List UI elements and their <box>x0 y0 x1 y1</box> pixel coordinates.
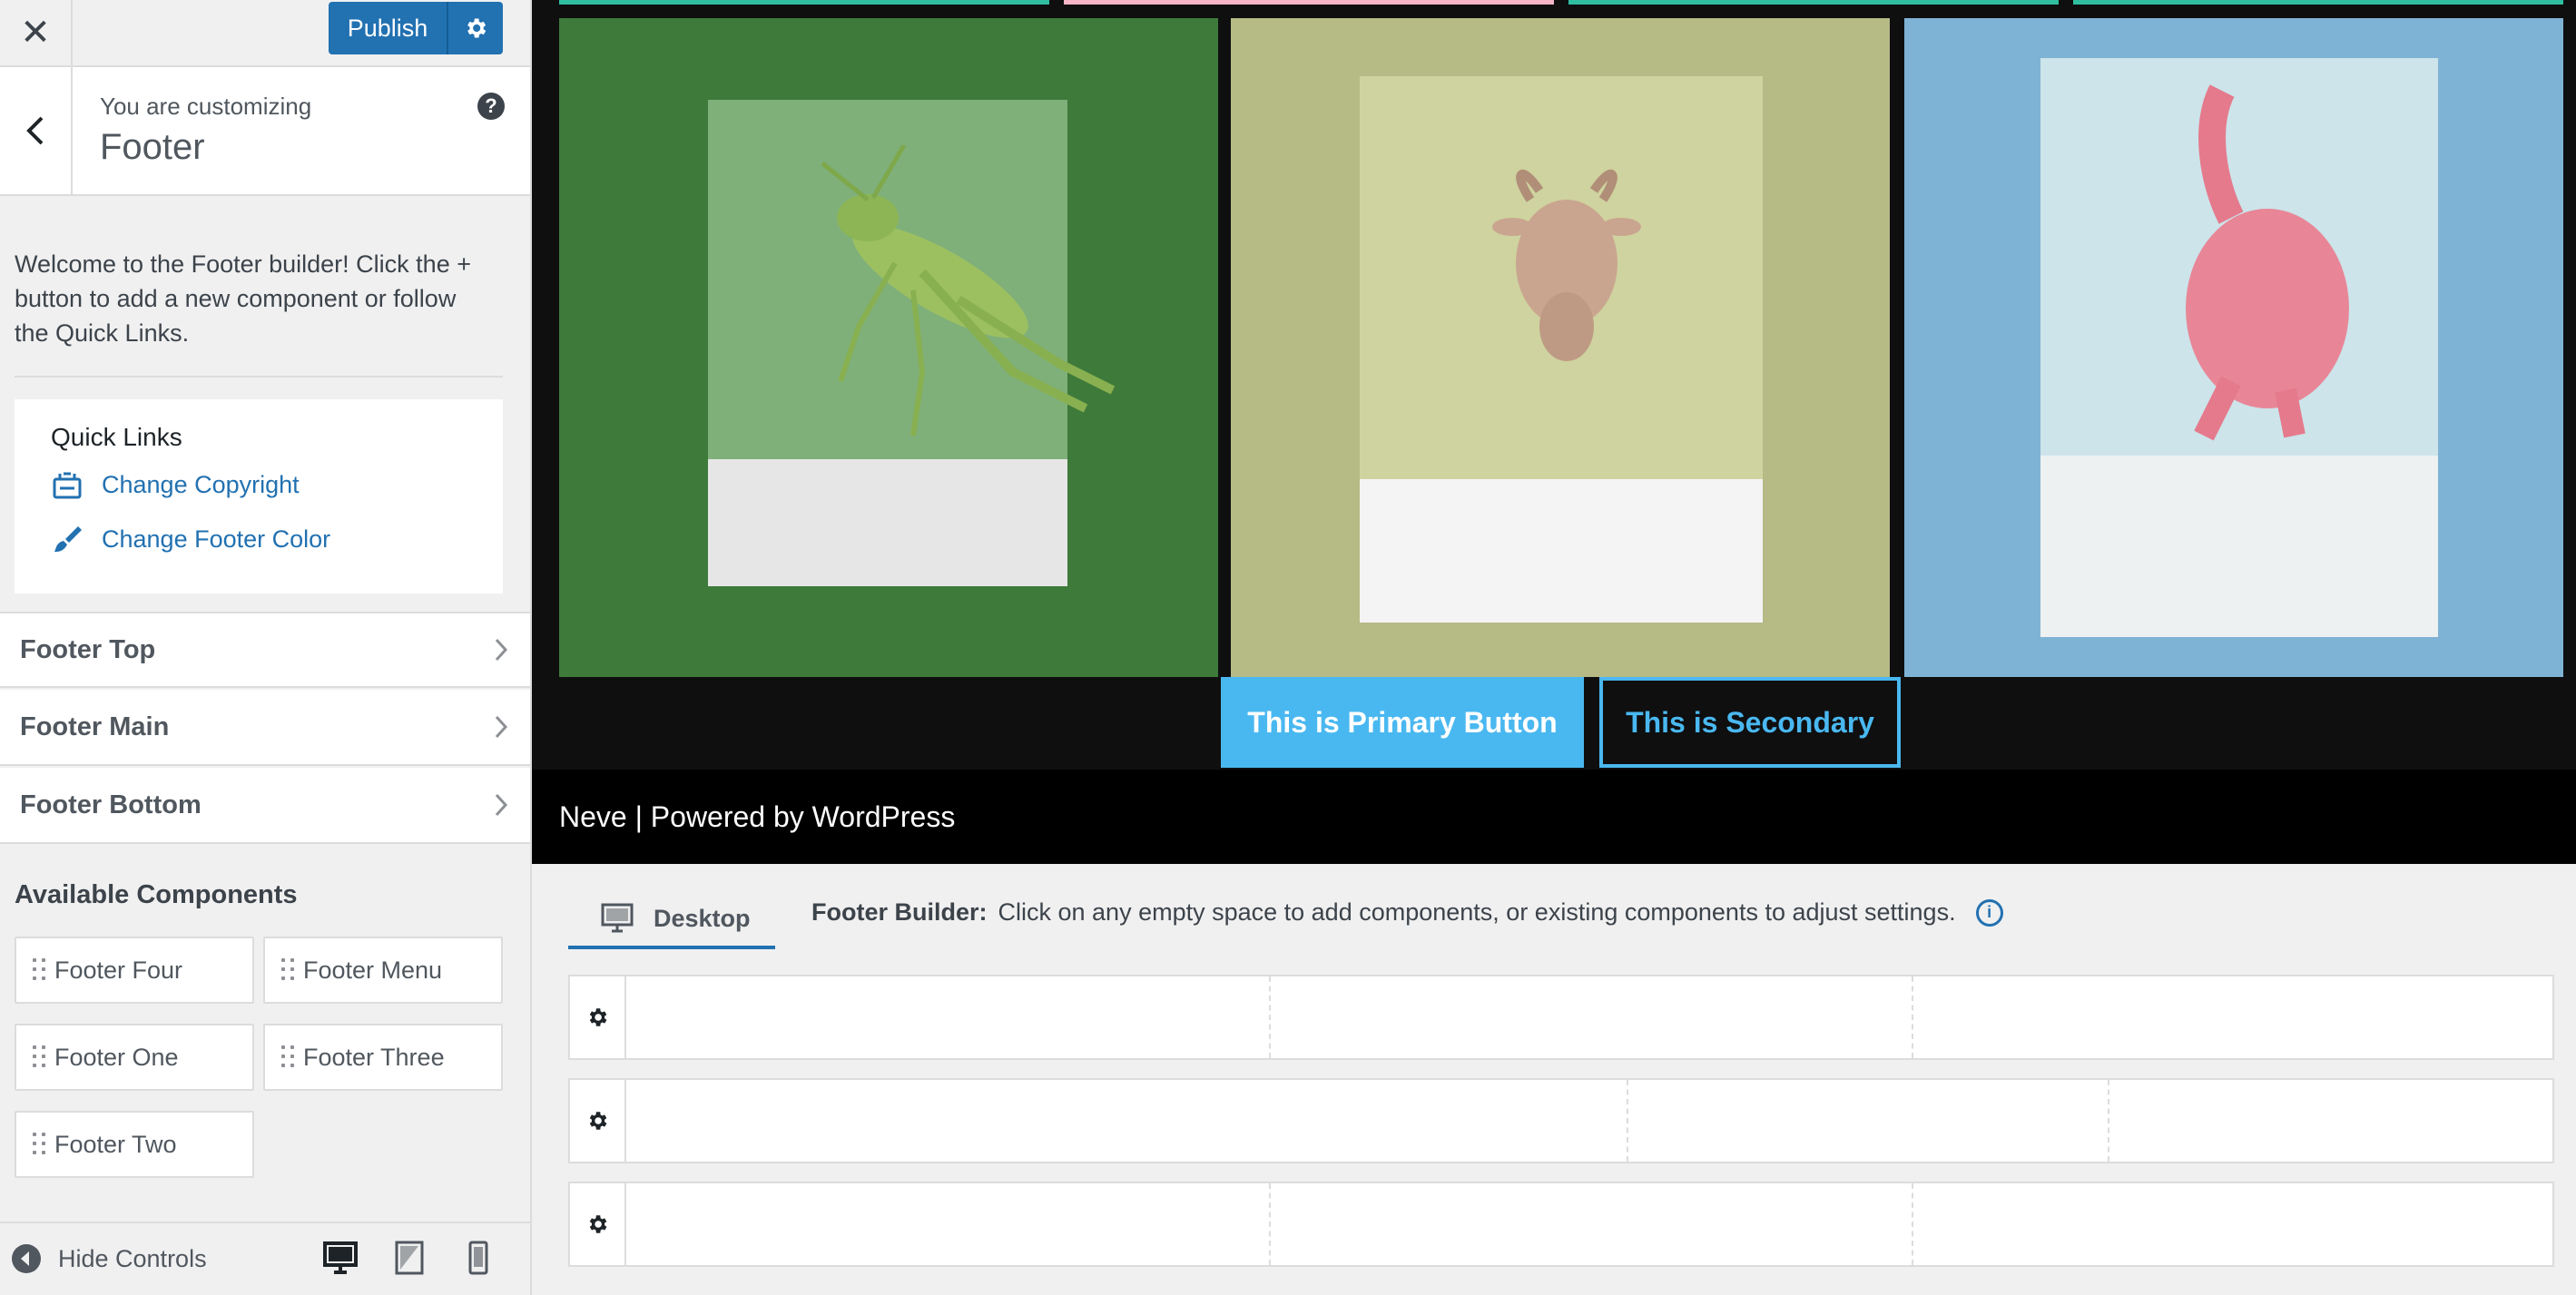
drag-handle-icon <box>33 1045 45 1069</box>
accordion-label: Footer Main <box>20 711 170 741</box>
customizer-sidebar: ✕ Publish You are customizing Footer ? W… <box>0 0 532 1295</box>
footer-credit-text[interactable]: Neve | Powered by WordPress <box>559 800 955 834</box>
page-title: Footer <box>100 127 205 167</box>
accordion-footer-top[interactable]: Footer Top <box>0 612 530 688</box>
primary-button[interactable]: This is Primary Button <box>1221 677 1584 768</box>
column-divider <box>1627 1080 1628 1162</box>
component-label: Footer Four <box>54 956 183 984</box>
component-footer-four[interactable]: Footer Four <box>15 937 254 1004</box>
paintbrush-icon <box>54 526 82 552</box>
close-icon[interactable]: ✕ <box>0 0 73 65</box>
accordion-label: Footer Top <box>20 634 156 664</box>
divider <box>15 376 503 378</box>
color-strip <box>2073 0 2563 5</box>
site-preview: This is Primary Button This is Secondary… <box>532 0 2576 864</box>
quick-links-panel: Quick Links Change Copyright Change Foot… <box>15 399 503 594</box>
customizing-label: You are customizing <box>100 93 312 120</box>
tab-label: Desktop <box>654 904 751 932</box>
tablet-icon[interactable] <box>392 1240 427 1276</box>
quick-links-title: Quick Links <box>51 423 182 451</box>
photo-pink-animal <box>1904 18 2563 677</box>
component-label: Footer Three <box>303 1043 445 1071</box>
desktop-icon <box>601 903 634 933</box>
row-settings-button[interactable] <box>570 976 626 1058</box>
component-footer-two[interactable]: Footer Two <box>15 1111 254 1178</box>
photo-grasshopper <box>559 18 1218 677</box>
chevron-right-icon <box>495 715 508 739</box>
drag-handle-icon <box>33 958 45 982</box>
color-strips <box>532 0 2576 5</box>
component-label: Footer Two <box>54 1130 177 1158</box>
info-icon[interactable]: i <box>1975 898 2003 927</box>
section-header: You are customizing Footer ? <box>0 67 530 196</box>
component-label: Footer One <box>54 1043 179 1071</box>
photo-goat <box>1231 18 1890 677</box>
component-footer-one[interactable]: Footer One <box>15 1024 254 1091</box>
desktop-icon[interactable] <box>323 1240 358 1276</box>
accordion-footer-bottom[interactable]: Footer Bottom <box>0 768 530 844</box>
column-divider <box>1912 976 1913 1058</box>
tab-desktop[interactable]: Desktop <box>568 891 775 949</box>
back-button[interactable] <box>0 67 73 194</box>
builder-note-title: Footer Builder: <box>811 898 988 926</box>
gear-icon <box>589 1008 607 1026</box>
publish-button[interactable]: Publish <box>329 2 447 54</box>
builder-note: Footer Builder: Click on any empty space… <box>811 898 2003 927</box>
quick-link-change-copyright[interactable]: Change Copyright <box>51 468 300 501</box>
secondary-button[interactable]: This is Secondary <box>1599 677 1901 768</box>
chevron-right-icon <box>495 793 508 817</box>
help-icon[interactable]: ? <box>477 93 505 120</box>
publish-group: Publish <box>329 2 503 54</box>
drag-handle-icon <box>281 1045 294 1069</box>
footer-builder: Desktop Footer Builder: Click on any emp… <box>532 864 2576 1295</box>
component-label: Footer Menu <box>303 956 443 984</box>
collapse-icon <box>12 1244 41 1273</box>
drag-handle-icon <box>281 958 294 982</box>
site-footer: Neve | Powered by WordPress <box>532 770 2576 864</box>
gear-icon <box>589 1215 607 1233</box>
column-divider <box>1269 1183 1271 1265</box>
publish-settings-button[interactable] <box>447 2 503 54</box>
customizer-footer-bar: Hide Controls <box>0 1221 530 1295</box>
footer-bottom-row[interactable] <box>568 1182 2554 1267</box>
footer-top-row[interactable] <box>568 975 2554 1060</box>
column-divider <box>2108 1080 2109 1162</box>
hide-controls-label: Hide Controls <box>58 1244 207 1272</box>
color-strip <box>1568 0 2059 5</box>
row-settings-button[interactable] <box>570 1080 626 1162</box>
device-switcher <box>323 1240 496 1276</box>
row-settings-button[interactable] <box>570 1183 626 1265</box>
welcome-text: Welcome to the Footer builder! Click the… <box>15 250 471 347</box>
quick-link-change-footer-color[interactable]: Change Footer Color <box>51 523 330 555</box>
pink-animal-figure <box>2186 84 2349 441</box>
accordion-label: Footer Bottom <box>20 790 202 819</box>
gear-icon <box>467 18 487 38</box>
goat-figure <box>1492 169 1641 361</box>
customizer-topbar: ✕ Publish <box>0 0 530 67</box>
available-components-title: Available Components <box>15 880 298 909</box>
builder-note-text: Click on any empty space to add componen… <box>998 898 1956 926</box>
color-strip <box>1064 0 1554 5</box>
grasshopper-figure <box>821 145 1116 437</box>
column-divider <box>1269 976 1271 1058</box>
column-divider <box>1912 1183 1913 1265</box>
hide-controls-button[interactable]: Hide Controls <box>11 1243 207 1274</box>
chevron-left-icon <box>26 116 44 145</box>
color-strip <box>559 0 1049 5</box>
chevron-right-icon <box>495 638 508 662</box>
footer-main-row[interactable] <box>568 1078 2554 1163</box>
component-footer-menu[interactable]: Footer Menu <box>263 937 503 1004</box>
drag-handle-icon <box>33 1133 45 1156</box>
mobile-icon[interactable] <box>461 1240 496 1276</box>
component-footer-three[interactable]: Footer Three <box>263 1024 503 1091</box>
quick-link-label: Change Footer Color <box>102 525 331 553</box>
quick-link-label: Change Copyright <box>102 470 300 498</box>
copyright-icon <box>53 472 82 499</box>
accordion-footer-main[interactable]: Footer Main <box>0 690 530 766</box>
gear-icon <box>589 1112 607 1130</box>
